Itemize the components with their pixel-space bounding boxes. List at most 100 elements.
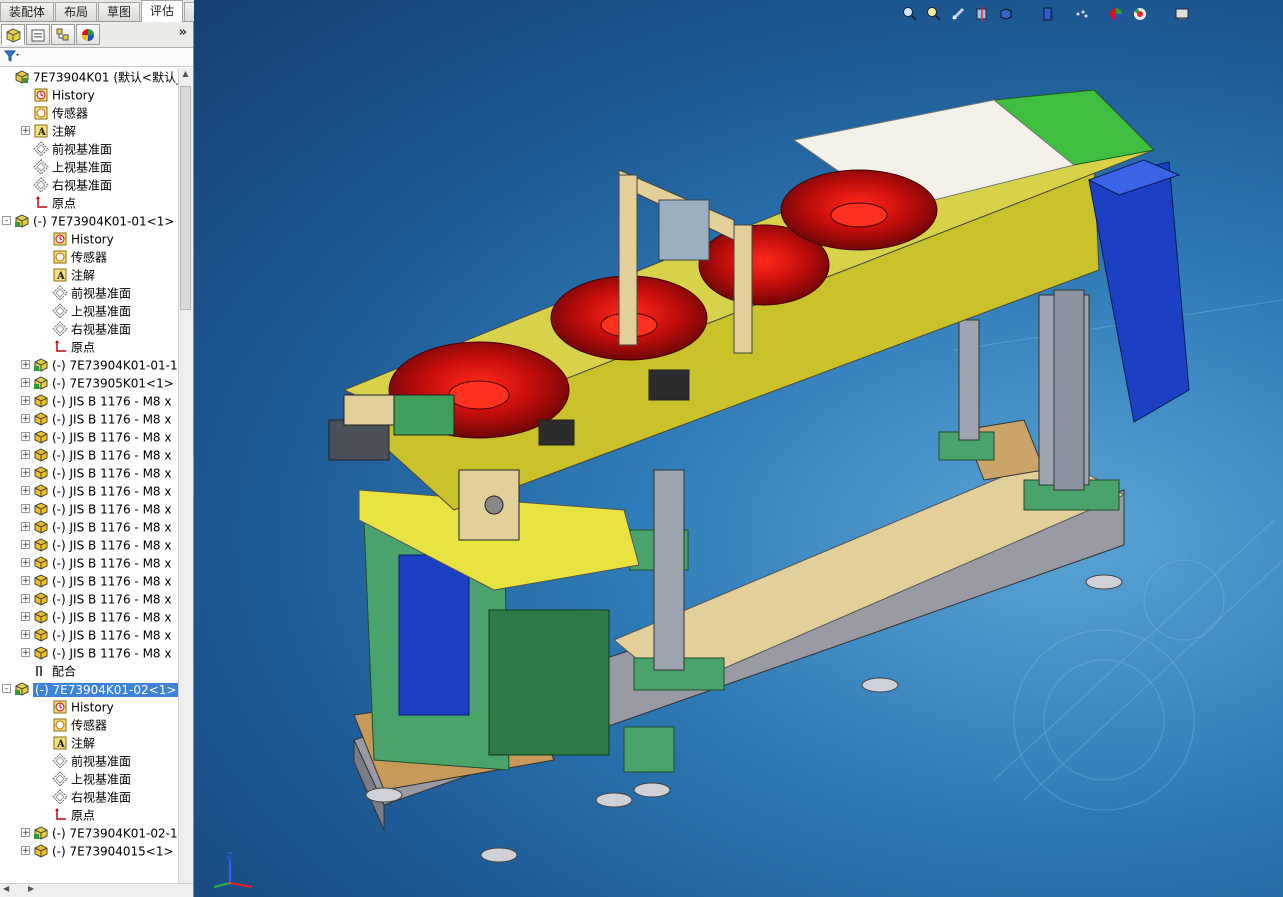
collapse-icon[interactable]: - (2, 684, 11, 694)
tree-item[interactable]: + (-) JIS B 1176 - M8 x (21, 518, 171, 536)
tree-item[interactable]: 原点 (40, 806, 95, 824)
scroll-left-icon[interactable]: ◀ (3, 884, 9, 893)
tree-item-label: 前视基准面 (52, 142, 113, 157)
apply-scene-button[interactable] (1132, 6, 1148, 22)
expand-icon[interactable]: + (21, 540, 30, 550)
tree-item[interactable]: + (-) JIS B 1176 - M8 x (21, 482, 171, 500)
tree-item[interactable]: 配合 (21, 662, 76, 680)
tree-item[interactable]: History (21, 86, 95, 104)
tree-item[interactable]: 右视基准面 (40, 320, 131, 338)
tree-item[interactable]: + (-) 7E73904K01-01-1 (21, 356, 178, 374)
tree-vertical-scrollbar[interactable]: ▲ (178, 68, 193, 884)
edit-appearance-button[interactable] (1108, 6, 1124, 22)
tree-item[interactable]: 上视基准面 (40, 302, 131, 320)
tree-item[interactable]: + (-) JIS B 1176 - M8 x (21, 590, 171, 608)
tree-item[interactable]: 原点 (21, 194, 76, 212)
tree-item[interactable]: 前视基准面 (40, 284, 131, 302)
filter-icon[interactable] (3, 50, 20, 65)
tree-item[interactable]: - (-) 7E73904K01-01<1> ( (2, 212, 178, 230)
view-settings-button[interactable] (1174, 6, 1190, 22)
tree-item[interactable]: 原点 (40, 338, 95, 356)
expand-icon[interactable]: + (21, 378, 30, 388)
tree-item[interactable]: 7E73904K01 (默认<默认_显 (2, 68, 178, 86)
tree-item[interactable]: History (40, 698, 114, 716)
tree-item[interactable]: 前视基准面 (40, 752, 131, 770)
expand-icon[interactable]: + (21, 450, 30, 460)
tree-item[interactable]: + (-) JIS B 1176 - M8 x (21, 446, 171, 464)
tree-item[interactable]: + (-) JIS B 1176 - M8 x (21, 464, 171, 482)
tree-item[interactable]: A 注解 (40, 266, 95, 284)
tree-item-label: History (52, 88, 95, 103)
tree-item[interactable]: 传感器 (40, 248, 107, 266)
tab-2[interactable]: 草图 (98, 2, 141, 21)
tree-horizontal-scrollbar[interactable]: ◀ ▶ (0, 883, 193, 897)
tree-filter-bar[interactable] (0, 48, 193, 67)
tree-item[interactable]: + (-) JIS B 1176 - M8 x (21, 410, 171, 428)
collapse-icon[interactable]: - (2, 216, 11, 226)
tree-item[interactable]: + (-) 7E73905K01<1> ( (21, 374, 178, 392)
expand-icon[interactable]: + (21, 630, 30, 640)
expand-icon[interactable]: + (21, 504, 30, 514)
tree-item[interactable]: 传感器 (21, 104, 88, 122)
expand-icon[interactable]: + (21, 558, 30, 568)
zoom-area-button[interactable] (926, 6, 942, 22)
expand-icon[interactable]: + (21, 432, 30, 442)
scroll-right-icon[interactable]: ▶ (28, 884, 34, 893)
tree-item[interactable]: 上视基准面 (21, 158, 112, 176)
display-style-button[interactable] (1040, 6, 1056, 22)
tree-item[interactable]: 传感器 (40, 716, 107, 734)
expand-chevron-icon[interactable]: » (179, 25, 187, 40)
zoom-to-fit-button[interactable] (902, 6, 918, 22)
expand-icon[interactable]: + (21, 576, 30, 586)
scroll-thumb[interactable] (180, 86, 191, 310)
scroll-up-icon[interactable]: ▲ (180, 69, 191, 83)
plane-icon (52, 752, 68, 769)
propertymanager-tab[interactable] (26, 24, 50, 45)
tree-item[interactable]: 右视基准面 (40, 788, 131, 806)
view-orientation-button[interactable] (998, 6, 1014, 22)
tree-item-label: 前视基准面 (71, 286, 132, 301)
tree-item[interactable]: + (-) JIS B 1176 - M8 x (21, 644, 171, 662)
displaymanager-tab[interactable] (76, 24, 100, 45)
expand-icon[interactable]: + (21, 612, 30, 622)
expand-icon[interactable]: + (21, 468, 30, 478)
tab-1[interactable]: 布局 (55, 2, 98, 21)
tree-item[interactable]: + (-) JIS B 1176 - M8 x (21, 392, 171, 410)
tree-item[interactable]: + (-) JIS B 1176 - M8 x (21, 428, 171, 446)
expand-icon[interactable]: + (21, 126, 30, 136)
expand-icon[interactable]: + (21, 828, 30, 838)
previous-view-button[interactable] (950, 6, 966, 22)
tree-item[interactable]: + (-) JIS B 1176 - M8 x (21, 572, 171, 590)
tree-item[interactable]: History (40, 230, 114, 248)
expand-icon[interactable]: + (21, 396, 30, 406)
expand-icon[interactable]: + (21, 846, 30, 856)
tree-item-label: (-) JIS B 1176 - M8 x (52, 466, 172, 481)
feature-manager-panel: » 7E73904K01 (默认<默认_显 History 传感器 + A 注解 前视基准面… (0, 22, 194, 897)
expand-icon[interactable]: + (21, 594, 30, 604)
tree-item[interactable]: + (-) JIS B 1176 - M8 x (21, 500, 171, 518)
featuremanager-tab[interactable] (1, 24, 25, 45)
tree-item[interactable]: 前视基准面 (21, 140, 112, 158)
tree-item[interactable]: + A 注解 (21, 122, 76, 140)
tab-3[interactable]: 评估 (141, 0, 184, 22)
tree-item[interactable]: A 注解 (40, 734, 95, 752)
section-view-button[interactable] (974, 6, 990, 22)
tree-item[interactable]: + (-) JIS B 1176 - M8 x (21, 608, 171, 626)
configurationmanager-tab[interactable] (51, 24, 75, 45)
tree-item[interactable]: + (-) JIS B 1176 - M8 x (21, 536, 171, 554)
tree-item[interactable]: + (-) JIS B 1176 - M8 x (21, 554, 171, 572)
expand-icon[interactable]: + (21, 648, 30, 658)
hide-show-button[interactable] (1074, 6, 1090, 22)
tab-0[interactable]: 装配体 (0, 2, 55, 21)
tree-item[interactable]: - (-) 7E73904K01-02<1> ( (2, 680, 178, 698)
tree-item[interactable]: 上视基准面 (40, 770, 131, 788)
expand-icon[interactable]: + (21, 360, 30, 370)
expand-icon[interactable]: + (21, 522, 30, 532)
tree-item[interactable]: 右视基准面 (21, 176, 112, 194)
tree-item[interactable]: + (-) 7E73904K01-02-1 (21, 824, 178, 842)
tree-item[interactable]: + (-) JIS B 1176 - M8 x (21, 626, 171, 644)
graphics-area[interactable]: Z (194, 0, 1283, 897)
expand-icon[interactable]: + (21, 414, 30, 424)
expand-icon[interactable]: + (21, 486, 30, 496)
tree-item[interactable]: + (-) 7E73904015<1> ( (21, 842, 178, 860)
